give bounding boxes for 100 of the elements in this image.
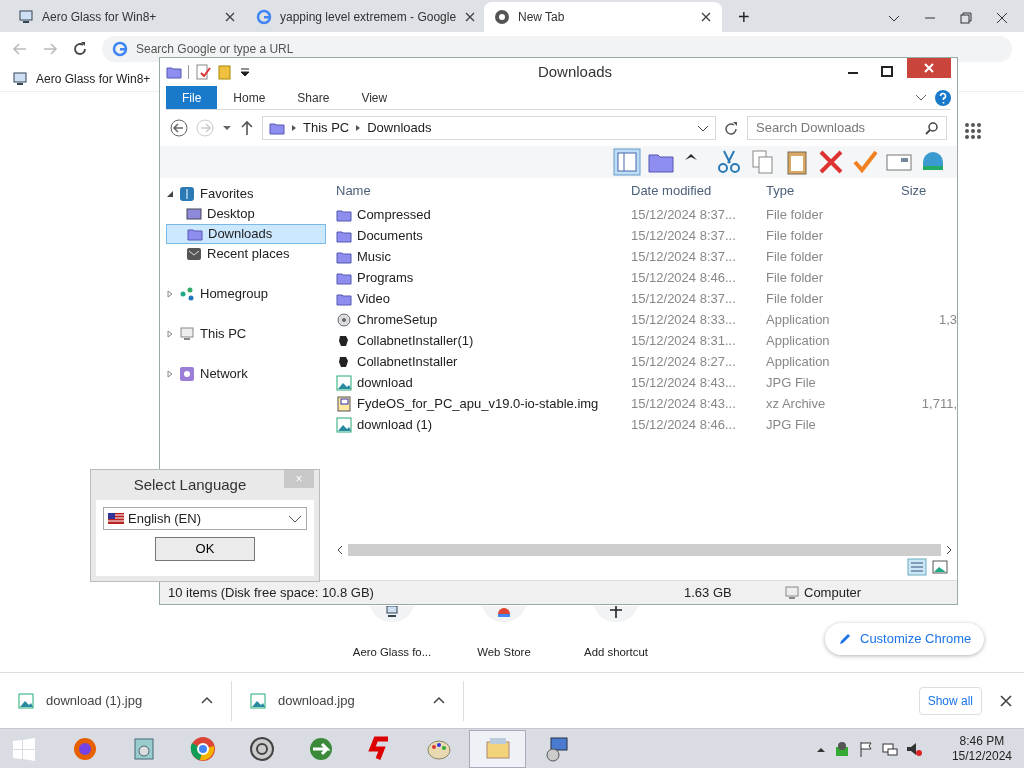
nav-item[interactable]: Downloads xyxy=(166,224,326,244)
ribbon-tab[interactable]: View xyxy=(345,86,404,109)
new-folder-icon[interactable] xyxy=(217,64,233,80)
breadcrumb-item[interactable]: Downloads xyxy=(367,118,432,138)
table-cell-text: File folder xyxy=(765,268,825,287)
collapsed-triangle-icon[interactable] xyxy=(166,330,174,338)
checkmark-icon[interactable] xyxy=(851,148,879,176)
new-tab-button[interactable]: + xyxy=(722,2,766,32)
chevron-down-icon[interactable] xyxy=(697,123,709,133)
file-name[interactable]: Documents xyxy=(357,225,423,246)
ok-button[interactable]: OK xyxy=(155,537,255,561)
column-header[interactable]: Date modified xyxy=(627,181,762,201)
chevron-down-icon[interactable] xyxy=(888,13,900,23)
close-icon[interactable] xyxy=(224,11,236,23)
image-file-icon xyxy=(250,692,266,709)
file-name[interactable]: Compressed xyxy=(357,204,431,225)
address-field[interactable]: This PC Downloads xyxy=(262,116,716,140)
up-arrow-icon[interactable] xyxy=(240,120,254,136)
dropdown-caret-icon[interactable] xyxy=(239,66,251,78)
properties-icon[interactable] xyxy=(195,64,211,80)
column-header[interactable]: Name xyxy=(332,181,627,201)
column-header[interactable]: Type xyxy=(762,181,897,201)
collapsed-triangle-icon[interactable] xyxy=(166,290,174,298)
file-name[interactable]: Music xyxy=(357,246,391,267)
collapsed-triangle-icon[interactable] xyxy=(166,370,174,378)
chevron-up-icon[interactable] xyxy=(201,696,213,705)
download-item[interactable]: download (1).jpg xyxy=(0,680,232,721)
file-name[interactable]: CollabnetInstaller(1) xyxy=(357,330,474,351)
breadcrumb-item[interactable]: This PC xyxy=(303,118,350,138)
bookmark-link[interactable]: Aero Glass for Win8+ xyxy=(12,69,151,88)
refresh-icon[interactable] xyxy=(724,120,739,136)
image-file-icon xyxy=(336,374,352,391)
folder-icon xyxy=(187,226,203,242)
close-icon[interactable] xyxy=(700,11,712,23)
nav-item[interactable]: Network xyxy=(166,364,326,384)
nav-item[interactable]: Desktop xyxy=(166,204,326,224)
computer-icon xyxy=(784,584,800,601)
file-name[interactable]: CollabnetInstaller xyxy=(357,351,458,372)
scissors-icon[interactable] xyxy=(715,148,743,176)
close-icon[interactable] xyxy=(996,12,1008,24)
delete-x-icon[interactable] xyxy=(817,148,845,176)
archive-file-icon xyxy=(336,395,352,412)
help-icon[interactable] xyxy=(935,89,951,106)
file-name[interactable]: ChromeSetup xyxy=(357,309,438,330)
table-cell-text: 15/12/2024 8:37... xyxy=(630,226,737,245)
close-icon xyxy=(924,63,934,73)
windows-start-icon[interactable] xyxy=(12,736,36,761)
shortcut-link[interactable]: Aero Glass fo... xyxy=(352,644,432,662)
nav-item[interactable]: Favorites xyxy=(166,184,326,204)
monitor-icon xyxy=(18,9,34,25)
reload-icon[interactable] xyxy=(72,41,88,57)
file-name[interactable]: Video xyxy=(357,288,390,309)
apps-grid-icon[interactable] xyxy=(964,122,982,140)
language-dropdown[interactable]: English (EN) xyxy=(103,507,307,530)
recent-places-icon xyxy=(186,246,202,262)
shortcut-link[interactable]: Add shortcut xyxy=(584,644,648,662)
file-name[interactable]: download (1) xyxy=(357,414,433,435)
table-cell-text: JPG File xyxy=(765,415,817,434)
maximize-icon[interactable] xyxy=(881,66,893,78)
scroll-left-icon[interactable] xyxy=(336,545,344,555)
table-cell-text: File folder xyxy=(765,247,825,266)
scrollbar-thumb[interactable] xyxy=(348,544,941,556)
download-item[interactable]: download.jpg xyxy=(232,680,464,721)
search-field[interactable]: Search Downloads xyxy=(747,116,947,140)
chevron-up-icon[interactable] xyxy=(433,696,445,705)
file-name[interactable]: Programs xyxy=(357,267,414,288)
browser-tab[interactable]: Aero Glass for Win8+ xyxy=(8,2,246,32)
taskbar-clock[interactable]: 8:46 PM 15/12/2024 xyxy=(939,733,1024,764)
nav-item[interactable]: Recent places xyxy=(166,244,326,264)
monitor-icon xyxy=(12,70,28,87)
search-icon xyxy=(925,121,938,135)
column-header[interactable]: Size xyxy=(897,181,957,201)
file-name[interactable]: FydeOS_for_PC_apu_v19.0-io-stable.img xyxy=(357,393,599,414)
close-button[interactable] xyxy=(907,58,951,78)
close-icon[interactable] xyxy=(464,11,477,23)
close-icon[interactable] xyxy=(1000,694,1012,707)
ribbon-tab[interactable]: Share xyxy=(281,86,346,109)
speaker-muted-icon[interactable] xyxy=(905,740,922,757)
file-name[interactable]: download xyxy=(357,372,413,393)
window-title: Downloads xyxy=(536,61,614,82)
folder-icon[interactable] xyxy=(166,64,182,80)
preview-pane-icon[interactable] xyxy=(613,148,641,176)
show-all-button[interactable]: Show all xyxy=(918,686,982,715)
chrome-icon xyxy=(188,734,217,763)
network-monitors-icon[interactable] xyxy=(881,740,898,757)
restore-icon[interactable] xyxy=(960,12,972,24)
ribbon-tab[interactable]: Home xyxy=(217,86,282,109)
customize-chrome-button[interactable]: Customize Chrome xyxy=(825,623,985,655)
shortcut-link[interactable]: Web Store xyxy=(477,644,531,662)
scroll-right-icon[interactable] xyxy=(945,545,953,555)
nav-item[interactable]: Homegroup xyxy=(166,284,326,304)
nav-item[interactable]: This PC xyxy=(166,324,326,344)
ribbon-tab[interactable]: File xyxy=(166,86,218,109)
expanded-triangle-icon[interactable] xyxy=(166,190,174,198)
chevron-down-icon[interactable] xyxy=(915,93,927,102)
browser-tab[interactable]: New Tab xyxy=(484,2,722,32)
folder-icon xyxy=(269,120,285,136)
flag-icon[interactable] xyxy=(857,740,874,757)
browser-tab[interactable]: yapping level extremem - Google xyxy=(246,2,484,32)
table-cell-text: File folder xyxy=(765,205,825,224)
